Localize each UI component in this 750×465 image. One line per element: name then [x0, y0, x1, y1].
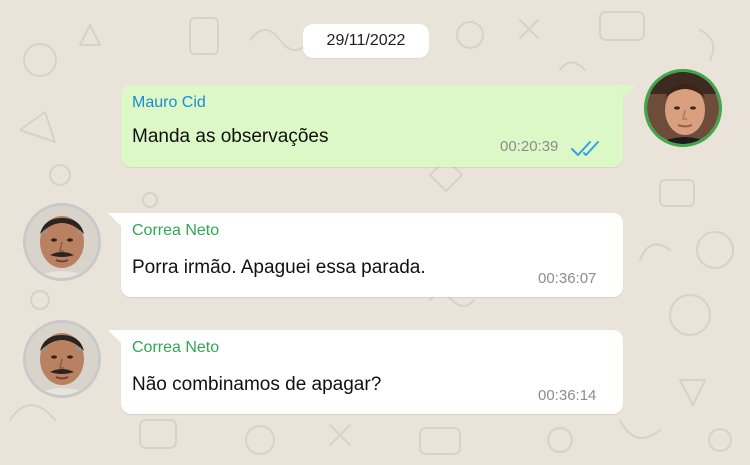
- date-label: 29/11/2022: [326, 32, 406, 49]
- correa-neto-avatar[interactable]: [23, 320, 101, 398]
- double-check-read-icon: [571, 141, 599, 156]
- message-text: Não combinamos de apagar?: [132, 374, 382, 395]
- outgoing-bubble-tail: [623, 85, 636, 98]
- message-text: Porra irmão. Apaguei essa parada.: [132, 257, 426, 278]
- message-text: Manda as observações: [132, 126, 329, 147]
- message-timestamp: 00:36:07: [538, 270, 597, 287]
- incoming-bubble-tail: [108, 330, 121, 343]
- correa-neto-avatar[interactable]: [23, 203, 101, 281]
- mauro-cid-avatar[interactable]: [644, 69, 722, 147]
- message-bubble-incoming[interactable]: Correa Neto Porra irmão. Apaguei essa pa…: [121, 213, 623, 297]
- incoming-bubble-tail: [108, 213, 121, 226]
- message-bubble-incoming[interactable]: Correa Neto Não combinamos de apagar? 00…: [121, 330, 623, 414]
- date-divider: 29/11/2022: [303, 24, 429, 58]
- message-timestamp: 00:36:14: [538, 387, 597, 404]
- message-timestamp: 00:20:39: [500, 138, 559, 155]
- message-sender: Correa Neto: [132, 222, 220, 239]
- message-sender: Correa Neto: [132, 339, 220, 356]
- message-bubble-outgoing[interactable]: Mauro Cid Manda as observações 00:20:39: [121, 85, 623, 167]
- message-sender: Mauro Cid: [132, 94, 206, 111]
